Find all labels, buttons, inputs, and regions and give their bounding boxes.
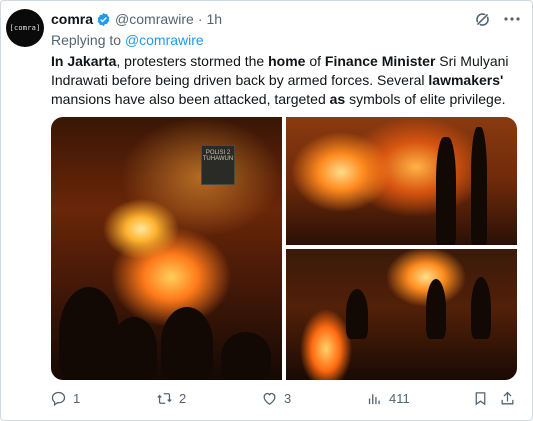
protester-silhouette bbox=[471, 277, 491, 339]
like-count: 3 bbox=[284, 391, 292, 406]
text-segment: as bbox=[329, 91, 346, 107]
separator-dot: · bbox=[197, 11, 203, 27]
grok-icon[interactable] bbox=[474, 11, 491, 28]
share-icon bbox=[501, 391, 514, 405]
like-button[interactable]: 3 bbox=[261, 390, 291, 407]
repost-count: 2 bbox=[179, 391, 187, 406]
protester-silhouette bbox=[59, 287, 119, 380]
views-count: 411 bbox=[389, 391, 410, 406]
protester-silhouette bbox=[346, 289, 368, 339]
reply-count: 1 bbox=[73, 391, 81, 406]
repost-button[interactable]: 2 bbox=[156, 390, 186, 407]
text-segment: home bbox=[268, 53, 306, 69]
protester-silhouette bbox=[161, 307, 213, 380]
protester-silhouette bbox=[111, 317, 157, 380]
like-icon bbox=[263, 392, 276, 405]
tweet-text: In Jakarta, protesters stormed the home … bbox=[51, 52, 521, 109]
views-button[interactable]: 411 bbox=[366, 390, 410, 407]
text-segment: In Jakarta bbox=[51, 53, 117, 69]
handle[interactable]: @comrawire bbox=[115, 11, 194, 27]
display-name[interactable]: comra bbox=[51, 11, 93, 27]
avatar[interactable]: [comra] bbox=[6, 9, 44, 47]
repost-icon bbox=[157, 393, 172, 404]
replying-to-link[interactable]: @comrawire bbox=[125, 32, 204, 48]
media-grid: POLISI 2 TUHAWUN bbox=[51, 117, 517, 380]
text-segment: symbols of elite privilege. bbox=[345, 91, 506, 107]
palm-tree-silhouette bbox=[471, 127, 487, 245]
street-fire-protesters-photo[interactable] bbox=[286, 249, 517, 380]
views-icon bbox=[368, 394, 380, 405]
bookmark-icon bbox=[475, 392, 486, 406]
riot-fire-barricade-photo[interactable]: POLISI 2 TUHAWUN bbox=[51, 117, 282, 380]
action-bar: 1 2 3 411 bbox=[48, 390, 518, 410]
burning-building-photo[interactable] bbox=[286, 117, 517, 245]
text-segment: mansions have also been attacked, target… bbox=[51, 91, 330, 107]
protester-silhouette bbox=[426, 279, 446, 339]
text-segment: , protesters stormed the bbox=[116, 53, 269, 69]
tweet-header: comra @comrawire · 1h bbox=[51, 10, 222, 28]
avatar-text: [comra] bbox=[9, 24, 41, 32]
text-segment: of bbox=[305, 53, 325, 69]
share-button[interactable] bbox=[499, 390, 516, 407]
replying-to: Replying to @comrawire bbox=[51, 32, 204, 48]
text-segment: Finance Minister bbox=[324, 53, 436, 69]
text-segment: lawmakers' bbox=[428, 72, 504, 88]
reply-icon bbox=[51, 391, 66, 407]
verified-badge-icon bbox=[97, 12, 110, 26]
bookmark-button[interactable] bbox=[472, 390, 489, 407]
protester-silhouette bbox=[221, 332, 271, 380]
replying-to-label: Replying to bbox=[51, 32, 122, 48]
palm-tree-silhouette bbox=[436, 137, 456, 245]
reply-button[interactable]: 1 bbox=[50, 390, 80, 407]
more-icon[interactable] bbox=[503, 12, 521, 26]
timestamp[interactable]: 1h bbox=[206, 11, 222, 27]
police-sign: POLISI 2 TUHAWUN bbox=[201, 145, 235, 185]
